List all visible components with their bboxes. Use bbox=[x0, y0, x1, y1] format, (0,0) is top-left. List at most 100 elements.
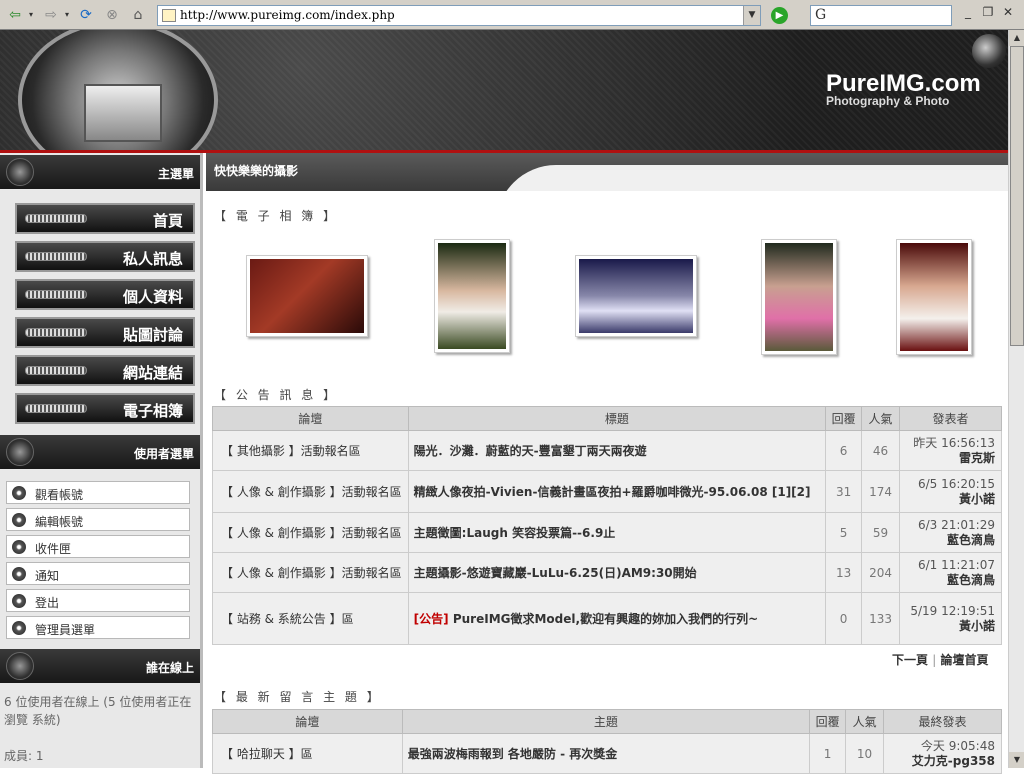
reply-count: 6 bbox=[825, 430, 863, 471]
user-item-view-account[interactable]: 觀看帳號 bbox=[6, 481, 190, 504]
album-section-title: 【 電 子 相 簿 】 bbox=[214, 209, 339, 223]
reply-count: 5 bbox=[825, 512, 863, 553]
sidebar: 主選單 首頁 私人訊息 個人資料 貼圖討論 網站連結 電子相簿 使用者選單 觀看… bbox=[0, 153, 203, 768]
view-count: 174 bbox=[861, 470, 901, 513]
forum-link[interactable]: 【 人像 & 創作攝影 】活動報名區 bbox=[212, 512, 409, 553]
latest-col-last-post: 最終發表 bbox=[883, 709, 1002, 734]
table-row: 【 人像 & 創作攝影 】活動報名區 主題攝影-悠遊寶藏巖-LuLu-6.25(… bbox=[212, 552, 1002, 593]
stop-icon[interactable]: ⊗ bbox=[102, 5, 122, 25]
google-search-field[interactable]: G bbox=[810, 5, 952, 26]
announce-col-title: 標題 bbox=[407, 406, 827, 431]
scroll-down-icon[interactable]: ▼ bbox=[1009, 752, 1024, 768]
topic-link[interactable]: 精緻人像夜拍-Vivien-信義計畫區夜拍+羅爵咖啡微光-95.06.08 [1… bbox=[407, 470, 827, 513]
user-item-logout[interactable]: 登出 bbox=[6, 589, 190, 612]
album-thumb-5[interactable] bbox=[896, 239, 972, 355]
user-item-admin-menu[interactable]: 管理員選單 bbox=[6, 616, 190, 639]
forward-dropdown-icon[interactable]: ▾ bbox=[62, 5, 72, 25]
favicon-icon bbox=[162, 9, 176, 22]
user-menu-header: 使用者選單 bbox=[0, 435, 200, 469]
dot-icon bbox=[12, 594, 26, 608]
latest-col-replies: 回覆 bbox=[809, 709, 847, 734]
main-menu-header: 主選單 bbox=[0, 155, 200, 189]
announce-col-views: 人氣 bbox=[861, 406, 901, 431]
vertical-scrollbar[interactable]: ▲ ▼ bbox=[1008, 30, 1024, 768]
forum-link[interactable]: 【 站務 & 系統公告 】區 bbox=[212, 592, 409, 645]
scroll-up-icon[interactable]: ▲ bbox=[1009, 30, 1024, 46]
address-bar[interactable]: http://www.pureimg.com/index.php ▼ bbox=[157, 5, 761, 26]
menu-private-messages-button[interactable]: 私人訊息 bbox=[15, 241, 195, 272]
back-dropdown-icon[interactable]: ▾ bbox=[26, 5, 36, 25]
menu-album-button[interactable]: 電子相簿 bbox=[15, 393, 195, 424]
online-users-text: 6 位使用者在線上 (5 位使用者正在瀏覽 系統) bbox=[4, 695, 192, 727]
pager: 下一頁 | 論壇首頁 bbox=[892, 651, 988, 668]
back-arrow-icon[interactable]: ⇦ bbox=[4, 5, 26, 25]
album-thumb-2[interactable] bbox=[434, 239, 510, 353]
user-item-notifications[interactable]: 通知 bbox=[6, 562, 190, 585]
announce-section-title: 【 公 告 訊 息 】 bbox=[214, 388, 339, 402]
pager-separator: | bbox=[932, 653, 937, 667]
user-menu-title: 使用者選單 bbox=[133, 447, 194, 461]
forward-arrow-icon[interactable]: ⇨ bbox=[40, 5, 62, 25]
who-online-header: 誰在線上 bbox=[0, 649, 200, 683]
user-item-edit-account[interactable]: 編輯帳號 bbox=[6, 508, 190, 531]
view-count: 59 bbox=[861, 512, 901, 553]
main-header-title: 快快樂樂的攝影 bbox=[214, 164, 299, 178]
forum-link[interactable]: 【 人像 & 創作攝影 】活動報名區 bbox=[212, 552, 409, 593]
refresh-icon[interactable]: ⟳ bbox=[76, 5, 96, 25]
forum-link[interactable]: 【 其他攝影 】活動報名區 bbox=[212, 430, 409, 471]
browser-toolbar: ⇦ ▾ ⇨ ▾ ⟳ ⊗ ⌂ http://www.pureimg.com/ind… bbox=[0, 0, 1024, 30]
view-count: 46 bbox=[861, 430, 901, 471]
post-time: 昨天 16:56:13 bbox=[913, 435, 995, 450]
author-link[interactable]: 藍色滴鳥 bbox=[947, 573, 995, 587]
dot-icon bbox=[12, 621, 26, 635]
author-link[interactable]: 艾力克-pg358 bbox=[912, 754, 995, 768]
author-link[interactable]: 黃小諾 bbox=[959, 492, 995, 506]
topic-link[interactable]: 陽光．沙灘．蔚藍的天-豐富墾丁兩天兩夜遊 bbox=[407, 430, 827, 471]
camera-knob-icon bbox=[972, 34, 1006, 68]
address-dropdown-icon[interactable]: ▼ bbox=[743, 6, 760, 25]
close-icon[interactable]: ✕ bbox=[998, 5, 1018, 19]
latest-col-topic: 主題 bbox=[401, 709, 811, 734]
next-page-link[interactable]: 下一頁 bbox=[892, 653, 928, 667]
scroll-thumb[interactable] bbox=[1010, 46, 1024, 346]
author-link[interactable]: 藍色滴鳥 bbox=[947, 533, 995, 547]
home-icon[interactable]: ⌂ bbox=[128, 5, 148, 25]
go-button-icon[interactable]: ▶ bbox=[771, 7, 788, 24]
minimize-icon[interactable]: _ bbox=[958, 5, 978, 19]
album-thumb-1[interactable] bbox=[246, 255, 368, 337]
post-time: 6/1 11:21:07 bbox=[917, 557, 995, 572]
post-time: 5/19 12:19:51 bbox=[910, 603, 995, 618]
site-banner: PureIMG.com Photography & Photo bbox=[0, 30, 1008, 152]
restore-icon[interactable]: ❐ bbox=[978, 5, 998, 19]
menu-forum-button[interactable]: 貼圖討論 bbox=[15, 317, 195, 348]
menu-links-button[interactable]: 網站連結 bbox=[15, 355, 195, 386]
lens-ring-icon bbox=[6, 438, 34, 466]
menu-profile-button[interactable]: 個人資料 bbox=[15, 279, 195, 310]
table-row: 【 人像 & 創作攝影 】活動報名區 精緻人像夜拍-Vivien-信義計畫區夜拍… bbox=[212, 470, 1002, 513]
latest-col-forum: 論壇 bbox=[212, 709, 403, 734]
menu-home-button[interactable]: 首頁 bbox=[15, 203, 195, 234]
user-item-inbox[interactable]: 收件匣 bbox=[6, 535, 190, 558]
google-icon: G bbox=[815, 7, 827, 23]
site-logo-subtitle: Photography & Photo bbox=[826, 94, 950, 108]
album-thumb-3[interactable] bbox=[575, 255, 697, 337]
album-thumb-4[interactable] bbox=[761, 239, 837, 355]
address-url: http://www.pureimg.com/index.php bbox=[180, 8, 395, 22]
announce-col-replies: 回覆 bbox=[825, 406, 863, 431]
topic-link[interactable]: PureIMG徵求Model,歡迎有興趣的妳加入我們的行列~ bbox=[453, 612, 758, 626]
forum-home-link[interactable]: 論壇首頁 bbox=[940, 653, 988, 667]
view-count: 204 bbox=[861, 552, 901, 593]
post-time: 6/3 21:01:29 bbox=[917, 517, 995, 532]
reply-count: 31 bbox=[825, 470, 863, 513]
lens-ring-icon bbox=[6, 652, 34, 680]
latest-section-title: 【 最 新 留 言 主 題 】 bbox=[214, 690, 382, 704]
topic-link[interactable]: 主題徵圖:Laugh 笑容投票篇--6.9止 bbox=[407, 512, 827, 553]
topic-link[interactable]: 主題攝影-悠遊寶藏巖-LuLu-6.25(日)AM9:30開始 bbox=[407, 552, 827, 593]
main-header: 快快樂樂的攝影 bbox=[206, 153, 1008, 191]
author-link[interactable]: 雷克斯 bbox=[959, 451, 995, 465]
reply-count: 0 bbox=[825, 592, 863, 645]
forum-link[interactable]: 【 人像 & 創作攝影 】活動報名區 bbox=[212, 470, 409, 513]
reply-count: 13 bbox=[825, 552, 863, 593]
dot-icon bbox=[12, 567, 26, 581]
author-link[interactable]: 黃小諾 bbox=[959, 619, 995, 633]
